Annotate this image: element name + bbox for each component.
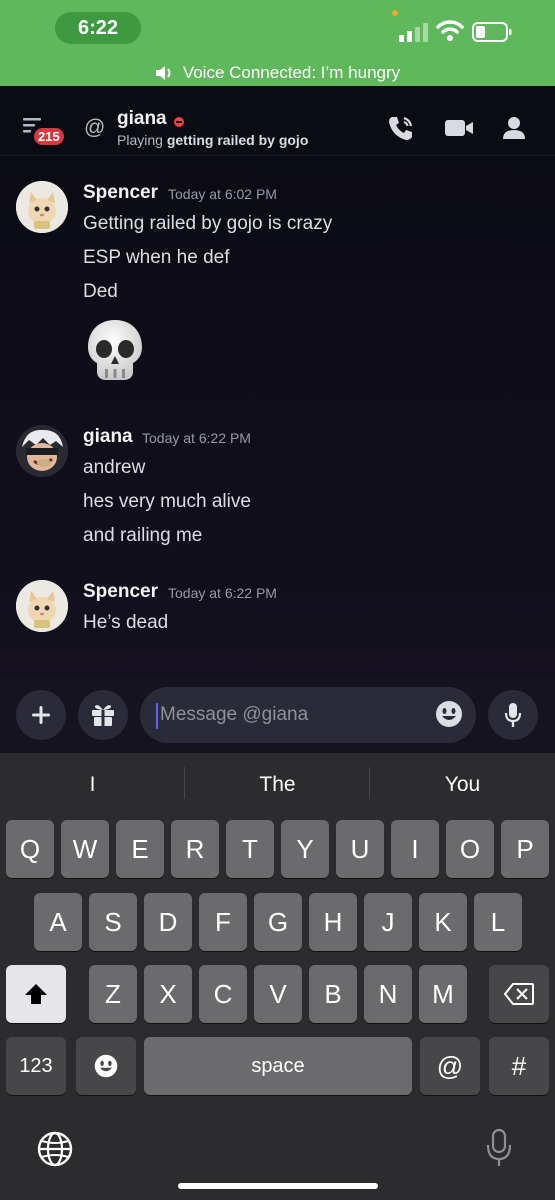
message-input[interactable]: Message @giana (140, 687, 476, 743)
home-indicator[interactable] (178, 1183, 378, 1189)
message-timestamp: Today at 6:22 PM (142, 430, 251, 446)
mic-icon (504, 703, 522, 727)
key-c[interactable]: C (199, 965, 247, 1023)
key-y[interactable]: Y (281, 820, 329, 878)
anime-avatar-icon (16, 425, 68, 477)
key-z[interactable]: Z (89, 965, 137, 1023)
message-author[interactable]: Spencer (83, 581, 158, 603)
plus-icon (32, 706, 50, 724)
key-e[interactable]: E (116, 820, 164, 878)
gift-icon (92, 705, 114, 726)
key-d[interactable]: D (144, 893, 192, 951)
backspace-icon (504, 983, 534, 1005)
suggestion-bar: I The You (0, 767, 555, 803)
key-m[interactable]: M (419, 965, 467, 1023)
voice-message-button[interactable] (488, 690, 538, 740)
mic-indicator-dot (392, 10, 398, 16)
avatar-spencer[interactable] (16, 580, 68, 632)
wifi-icon (436, 20, 464, 41)
add-attachment-button[interactable] (16, 690, 66, 740)
key-i[interactable]: I (391, 820, 439, 878)
key-n[interactable]: N (364, 965, 412, 1023)
suggestion-item[interactable]: I (0, 767, 185, 803)
voice-banner-text: Voice Connected: I’m hungry (182, 63, 401, 82)
key-o[interactable]: O (446, 820, 494, 878)
key-h[interactable]: H (309, 893, 357, 951)
header-activity: Playing getting railed by gojo (117, 132, 308, 148)
cat-avatar-icon (16, 580, 68, 632)
dnd-status-icon (174, 117, 184, 127)
message-text: and railing me (83, 525, 203, 546)
status-area: 6:22 Voice Connected: I’m hungry (0, 0, 555, 86)
chat-header: 215 @ giana Playing getting railed by go… (0, 86, 555, 156)
activity-game: getting railed by gojo (166, 132, 309, 148)
speaker-icon (155, 66, 171, 80)
suggestion-item[interactable]: You (370, 767, 555, 803)
message-timestamp: Today at 6:02 PM (168, 186, 277, 202)
globe-icon[interactable] (36, 1130, 74, 1168)
message-text: Ded (83, 281, 118, 302)
message-list[interactable]: Spencer Today at 6:02 PM Getting railed … (0, 157, 555, 677)
menu-button[interactable]: 215 (22, 116, 66, 147)
key-f[interactable]: F (199, 893, 247, 951)
avatar-spencer[interactable] (16, 181, 68, 233)
key-p[interactable]: P (501, 820, 549, 878)
key-v[interactable]: V (254, 965, 302, 1023)
message-text: hes very much alive (83, 491, 251, 512)
skull-emoji-icon (88, 320, 142, 380)
cat-avatar-icon (16, 181, 68, 233)
message-author[interactable]: giana (83, 426, 133, 448)
key-q[interactable]: Q (6, 820, 54, 878)
suggestion-item[interactable]: The (185, 767, 370, 803)
text-caret (156, 703, 158, 729)
key-k[interactable]: K (419, 893, 467, 951)
shift-key[interactable] (6, 965, 66, 1023)
key-t[interactable]: T (226, 820, 274, 878)
header-username[interactable]: giana (117, 108, 167, 130)
key-a[interactable]: A (34, 893, 82, 951)
key-s[interactable]: S (89, 893, 137, 951)
battery-icon (472, 22, 512, 42)
message-author[interactable]: Spencer (83, 182, 158, 204)
message-text: He’s dead (83, 612, 169, 633)
hash-key[interactable]: # (489, 1037, 549, 1095)
key-w[interactable]: W (61, 820, 109, 878)
signal-icon (399, 23, 428, 42)
key-b[interactable]: B (309, 965, 357, 1023)
space-key[interactable]: space (144, 1037, 412, 1095)
numbers-key[interactable]: 123 (6, 1037, 66, 1095)
key-l[interactable]: L (474, 893, 522, 951)
emoji-keyboard-icon (94, 1054, 118, 1078)
gift-button[interactable] (78, 690, 128, 740)
at-icon: @ (84, 116, 106, 139)
call-icon[interactable] (386, 114, 416, 142)
unread-badge: 215 (32, 126, 66, 147)
message-text: ESP when he def (83, 247, 230, 268)
message-timestamp: Today at 6:22 PM (168, 585, 277, 601)
key-u[interactable]: U (336, 820, 384, 878)
at-key[interactable]: @ (420, 1037, 480, 1095)
emoji-key[interactable] (76, 1037, 136, 1095)
status-time: 6:22 (55, 12, 141, 44)
activity-prefix: Playing (117, 132, 163, 148)
message-composer: Message @giana (0, 677, 555, 753)
key-x[interactable]: X (144, 965, 192, 1023)
message-placeholder: Message @giana (160, 704, 309, 725)
key-j[interactable]: J (364, 893, 412, 951)
dictation-icon[interactable] (484, 1128, 514, 1168)
avatar-giana[interactable] (16, 425, 68, 477)
key-g[interactable]: G (254, 893, 302, 951)
message-text: Getting railed by gojo is crazy (83, 213, 333, 234)
members-icon[interactable] (500, 114, 530, 142)
backspace-key[interactable] (489, 965, 549, 1023)
shift-icon (25, 984, 47, 1004)
key-r[interactable]: R (171, 820, 219, 878)
video-icon[interactable] (444, 114, 474, 142)
emoji-icon[interactable] (434, 699, 464, 729)
voice-connected-banner[interactable]: Voice Connected: I’m hungry (0, 60, 555, 86)
message-text: andrew (83, 457, 146, 478)
